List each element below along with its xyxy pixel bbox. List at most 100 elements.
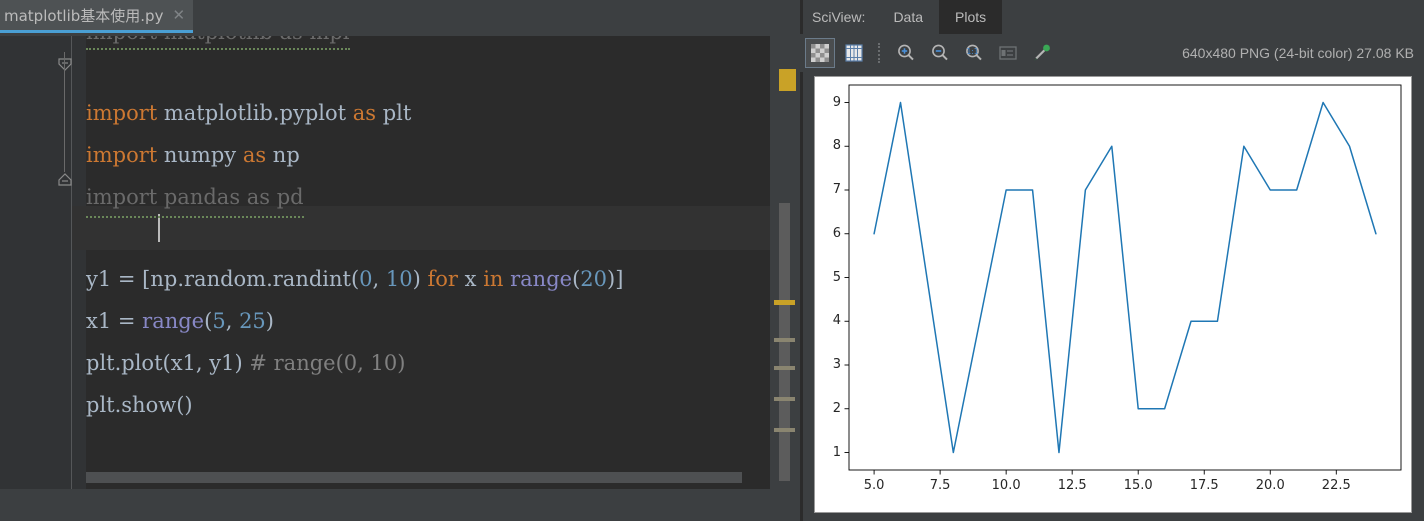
code-token: 10 (385, 267, 413, 291)
code-line[interactable]: import numpy as np (86, 134, 300, 176)
y-tick-label: 7 (832, 182, 841, 197)
code-token: 25 (239, 309, 266, 333)
plot-vertical-scrollbar[interactable] (1414, 76, 1422, 513)
svg-text:1:1: 1:1 (966, 47, 978, 56)
clipped-code-line: import matplotlib as mpl (86, 36, 350, 50)
code-editor-area[interactable]: import matplotlib as mpl import matplotl… (72, 36, 770, 521)
tab-data[interactable]: Data (877, 0, 939, 34)
code-token: import (86, 101, 158, 125)
code-token: import (86, 143, 158, 167)
code-token: x (457, 267, 484, 291)
y-tick-label: 9 (832, 94, 841, 110)
code-token: for (427, 267, 458, 291)
scrollbar-marker (774, 397, 795, 401)
editor-gutter[interactable] (0, 36, 72, 521)
app-window: matplotlib基本使用.py ✕ import matplotlib as… (0, 0, 1424, 521)
code-left-rail (72, 36, 86, 521)
tab-strip-empty (184, 0, 800, 30)
sciview-pane: SciView: Data Plots 1:1 640x480 PNG (24-… (800, 0, 1424, 521)
pane-divider[interactable] (800, 0, 803, 521)
code-token: , (225, 309, 240, 333)
editor-bottom-strip (0, 489, 800, 521)
code-token: plt (376, 101, 412, 125)
x-tick-label: 17.5 (1189, 478, 1219, 493)
y-tick-label: 2 (832, 400, 841, 416)
code-token: 5 (212, 309, 226, 333)
scrollbar-marker (774, 366, 795, 370)
scrollbar-marker (774, 428, 795, 432)
code-token: 0 (359, 267, 373, 291)
code-token: plt.show() (86, 393, 193, 417)
zoom-out-icon[interactable] (925, 38, 955, 68)
plot-canvas[interactable]: 1 2 3 4 5 6 7 8 9 5.0 7.5 10.0 12.5 15.0 17.5 20.0 22.5 (814, 76, 1412, 513)
scrollbar-marker-warning (774, 300, 795, 305)
close-icon[interactable]: ✕ (172, 8, 185, 23)
x-tick-label: 15.0 (1123, 478, 1153, 493)
code-token: plt.plot(x1, y1) (86, 351, 250, 375)
code-line[interactable]: y1 = [np.random.randint(0, 10) for x in … (86, 258, 623, 300)
code-token: # range(0, 10) (249, 351, 406, 375)
code-token: )] (607, 267, 624, 291)
code-line[interactable]: plt.plot(x1, y1) # range(0, 10) (86, 342, 405, 384)
editor-horizontal-scrollbar[interactable] (86, 472, 742, 483)
fold-collapse-icon-top[interactable] (58, 58, 72, 72)
code-token: range (510, 267, 573, 291)
code-line[interactable]: plt.show() (86, 384, 193, 426)
zoom-actual-size-icon[interactable]: 1:1 (959, 38, 989, 68)
y-tick-label: 4 (832, 313, 841, 329)
editor-tab-title: matplotlib基本使用.py (4, 6, 164, 25)
code-line[interactable]: x1 = range(5, 25) (86, 300, 274, 342)
tab-plots-label: Plots (955, 9, 987, 25)
code-token: ) (412, 267, 428, 291)
editor-marker-strip[interactable] (770, 36, 800, 521)
code-line[interactable]: import pandas as pd (86, 176, 304, 218)
code-token: 20 (580, 267, 608, 291)
x-tick-label: 20.0 (1255, 478, 1285, 493)
x-tick-label: 22.5 (1321, 478, 1351, 493)
sciview-toolbar: 1:1 640x480 PNG (24-bit color) 27.08 KB (800, 34, 1424, 72)
y-tick-label: 5 (832, 269, 841, 285)
code-token: as (242, 143, 267, 167)
fold-region-rail (64, 52, 65, 172)
code-line[interactable]: import matplotlib.pyplot as plt (86, 92, 411, 134)
code-token: ) (265, 309, 274, 333)
editor-tab-bar: matplotlib基本使用.py ✕ (0, 0, 800, 34)
zoom-in-icon[interactable] (891, 38, 921, 68)
code-token: matplotlib.pyplot (157, 101, 353, 125)
code-token: in (483, 267, 504, 291)
code-token: as (352, 101, 377, 125)
matplotlib-line-chart (844, 84, 1402, 475)
y-tick-label: 1 (832, 444, 841, 460)
code-token: numpy (157, 143, 243, 167)
x-tick-label: 5.0 (863, 478, 885, 493)
tab-plots[interactable]: Plots (939, 0, 1003, 34)
sciview-tab-bar: SciView: Data Plots (800, 0, 1424, 34)
y-tick-label: 3 (832, 357, 841, 372)
code-token: np (266, 143, 300, 167)
editor-vertical-scrollbar[interactable] (779, 203, 790, 481)
color-picker-icon[interactable] (1027, 38, 1057, 68)
grid-icon[interactable] (839, 38, 869, 68)
x-tick-label: 12.5 (1057, 478, 1087, 493)
y-tick-label: 6 (832, 225, 841, 241)
toolbar-separator (878, 43, 880, 63)
x-tick-label: 7.5 (929, 478, 951, 493)
transparency-grid-icon[interactable] (805, 38, 835, 68)
code-token: y1 = [np.random.randint( (86, 267, 360, 291)
code-token: , (372, 267, 386, 291)
editor-pane: matplotlib基本使用.py ✕ import matplotlib as… (0, 0, 800, 521)
code-token: range (142, 309, 205, 333)
tab-data-label: Data (893, 9, 924, 25)
warning-stripe-icon[interactable] (779, 69, 796, 91)
editor-tab-matplotlib[interactable]: matplotlib基本使用.py ✕ (0, 0, 194, 33)
export-icon[interactable] (993, 38, 1023, 68)
x-tick-label: 10.0 (991, 478, 1021, 493)
fold-collapse-icon-bottom[interactable] (58, 172, 72, 186)
sciview-label: SciView: (812, 9, 866, 25)
text-caret (158, 214, 160, 242)
code-token: import pandas as pd (86, 185, 304, 209)
image-info-label: 640x480 PNG (24-bit color) 27.08 KB (1182, 45, 1414, 61)
y-tick-label: 8 (832, 138, 841, 154)
scrollbar-marker (774, 338, 795, 342)
code-token: x1 = (86, 309, 143, 333)
